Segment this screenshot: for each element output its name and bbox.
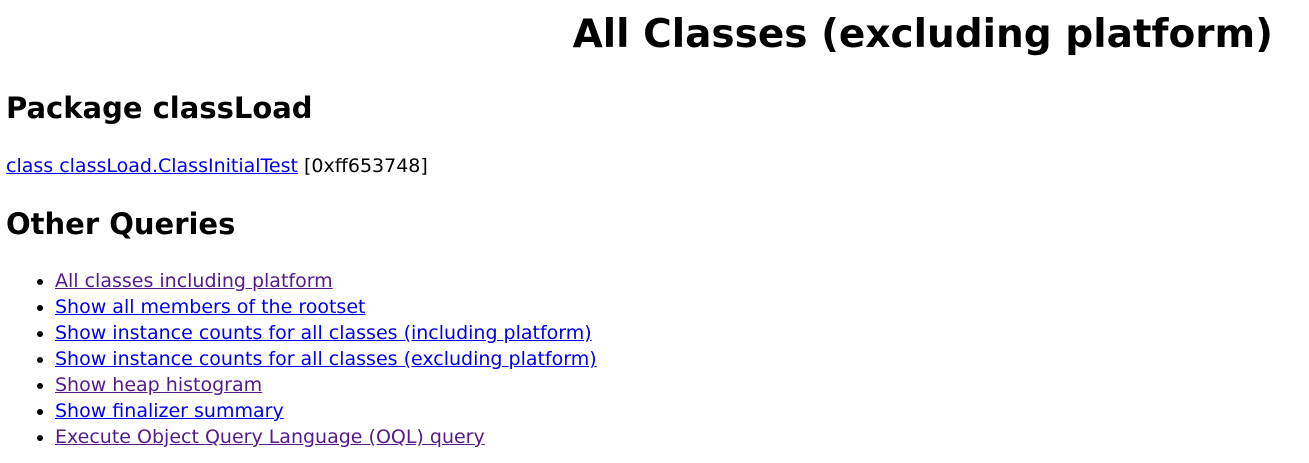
list-item: All classes including platform [55, 268, 597, 294]
class-address: [0xff653748] [304, 155, 428, 177]
list-item: Show heap histogram [55, 372, 597, 398]
list-item: Show instance counts for all classes (ex… [55, 346, 597, 372]
other-queries-heading: Other Queries [6, 207, 236, 241]
all-classes-including-platform-link[interactable]: All classes including platform [55, 270, 333, 292]
heap-histogram-link[interactable]: Show heap histogram [55, 374, 262, 396]
list-item: Show all members of the rootset [55, 294, 597, 320]
package-heading: Package classLoad [6, 91, 313, 125]
page-title: All Classes (excluding platform) [572, 12, 1273, 57]
class-link[interactable]: class classLoad.ClassInitialTest [6, 155, 298, 177]
other-queries-list: All classes including platform Show all … [0, 268, 597, 450]
show-rootset-members-link[interactable]: Show all members of the rootset [55, 296, 365, 318]
oql-query-link[interactable]: Execute Object Query Language (OQL) quer… [55, 426, 485, 448]
instance-counts-excluding-platform-link[interactable]: Show instance counts for all classes (ex… [55, 348, 597, 370]
finalizer-summary-link[interactable]: Show finalizer summary [55, 400, 284, 422]
instance-counts-including-platform-link[interactable]: Show instance counts for all classes (in… [55, 322, 592, 344]
list-item: Execute Object Query Language (OQL) quer… [55, 424, 597, 450]
list-item: Show instance counts for all classes (in… [55, 320, 597, 346]
class-entry: class classLoad.ClassInitialTest [0xff65… [6, 154, 428, 178]
list-item: Show finalizer summary [55, 398, 597, 424]
